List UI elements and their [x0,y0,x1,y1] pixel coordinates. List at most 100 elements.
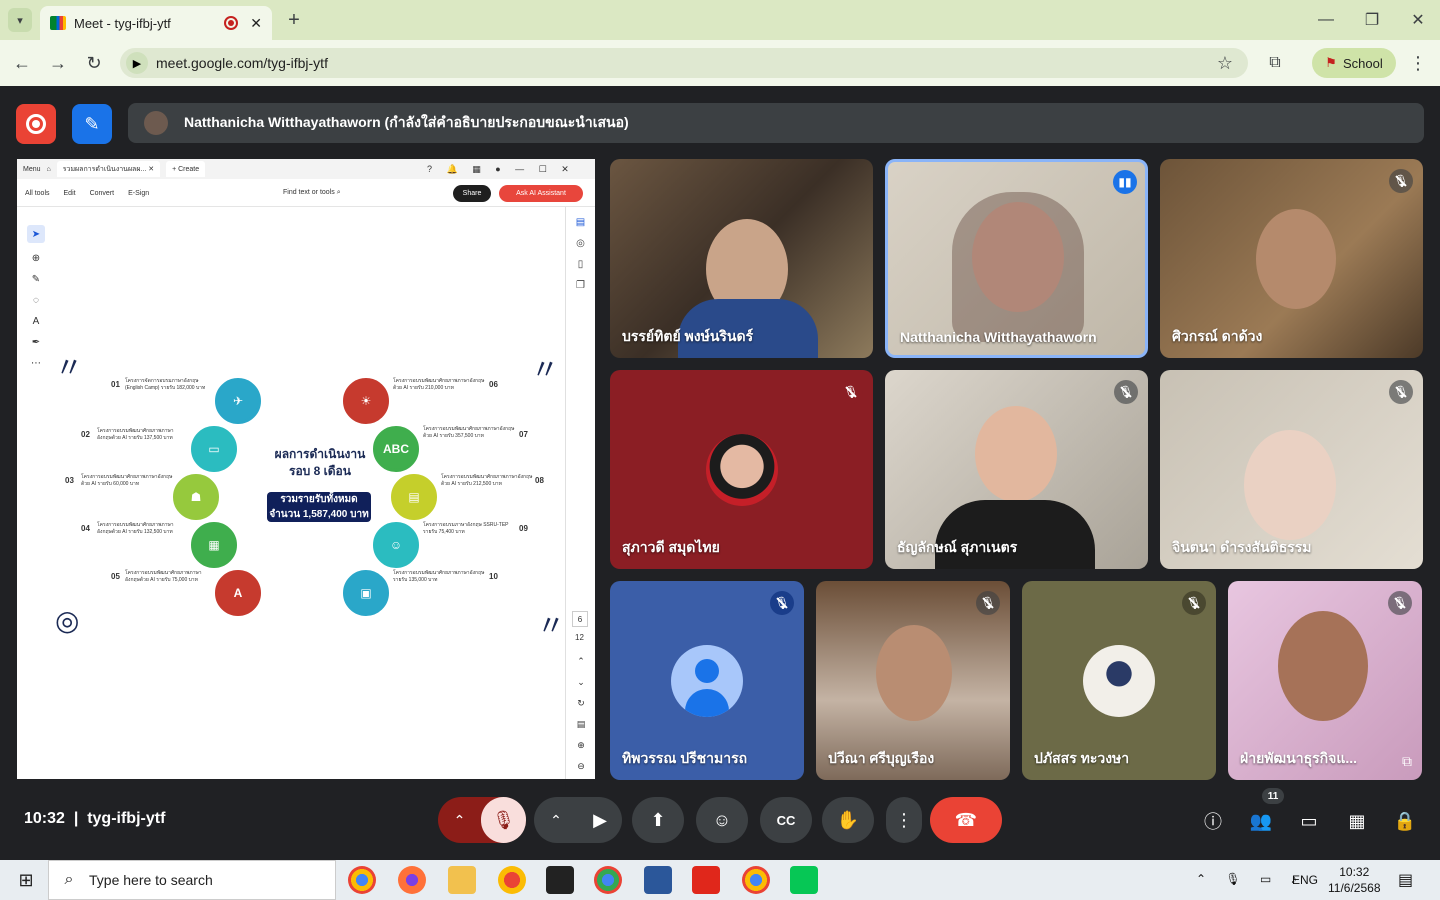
chrome-active-taskbar-icon[interactable] [742,866,770,894]
comment-tool-icon[interactable]: ⊕ [32,253,40,264]
acrobat-menu-convert[interactable]: Convert [90,190,115,197]
page-total: 12 [575,633,584,642]
participant-tile[interactable]: 🎙 ปภัสสร ทะวงษา [1022,581,1216,780]
more-tools-icon[interactable]: ⋯ [31,358,41,369]
activities-icon[interactable]: ▦ [1342,806,1372,836]
chrome-profile-taskbar-icon[interactable] [594,866,622,894]
participant-tile[interactable]: 🎙 ⧉ ฝ่ายพัฒนาธุรกิจแ... [1228,581,1422,780]
url-bar[interactable]: meet.google.com/tyg-ifbj-ytf [120,48,1248,78]
acrobat-share-button[interactable]: Share [453,185,491,202]
reload-icon[interactable]: ↻ [80,50,108,76]
participant-tile[interactable]: บรรย์ทิตย์ พงษ์นรินดร์ [610,159,873,358]
acrobat-nav-controls[interactable]: ⌃ ⌄ ↻ ▤ ⊕ ⊖ [574,651,588,777]
participant-tile[interactable]: 🎙 ปวีณา ศรีบุญเรือง [816,581,1010,780]
acrobat-menu-label[interactable]: Menu [23,166,41,173]
mic-control[interactable]: ⌃ 🎙 [438,797,526,843]
meeting-time-code: 10:32 | tyg-ifbj-ytf [24,810,166,827]
mic-toggle-button[interactable]: 🎙 [481,797,526,843]
tray-clock[interactable]: 10:32 11/6/2568 [1328,864,1381,896]
site-info-icon[interactable]: ▶ [126,52,148,74]
back-icon[interactable]: ← [8,50,36,76]
comments-panel-icon[interactable]: ◎ [576,238,585,249]
line-taskbar-icon[interactable] [790,866,818,894]
meeting-details-icon[interactable]: ⓘ [1198,806,1228,836]
emoji-icon: ☺ [712,809,732,830]
present-button[interactable]: ⬆ [632,797,684,843]
browser-menu-icon[interactable]: ⋮ [1406,50,1430,76]
app-taskbar-icon[interactable] [498,866,526,894]
annotate-button[interactable]: ✎ [72,104,112,144]
people-icon[interactable]: 👥 [1246,806,1276,836]
browser-tab[interactable]: Meet - tyg-ifbj-ytf ✕ [40,6,272,40]
participant-tile[interactable]: 🎙 ทิพวรรณ ปรีชามารถ [610,581,804,780]
extensions-icon[interactable]: ⧉ [1262,50,1288,76]
acrobat-find[interactable]: Find text or tools ⌕ [283,189,341,197]
participant-tile[interactable]: 🎙 ธัญลักษณ์ สุภาเนตร [885,370,1148,569]
raise-hand-button[interactable]: ✋ [822,797,874,843]
page-number-field[interactable]: 6 [572,611,588,627]
item-icon: ☗ [173,474,219,520]
mic-options-chevron-icon[interactable]: ⌃ [438,812,481,829]
chat-icon[interactable]: ▭ [1294,806,1324,836]
acrobat-ai-button[interactable]: Ask AI Assistant [499,185,583,202]
new-tab-icon[interactable]: + [282,8,306,32]
acrobat-window-controls[interactable]: ? 🔔 ▦ ● — ☐ ✕ [427,164,575,175]
item-text: โครงการอบรมพัฒนาศักยภาพภาษาอังกฤษด้วย AI… [81,474,173,487]
acrobat-create-button[interactable]: + Create [166,161,206,177]
pen-tool-icon[interactable]: ✎ [32,274,40,285]
more-options-button[interactable]: ⋮ [886,797,922,843]
recording-indicator-icon [224,16,239,30]
camera-toggle-icon[interactable]: ▶ [578,810,622,831]
avatar-body [685,689,729,717]
tab-search-icon[interactable]: ▾ [8,8,32,32]
item-text: โครงการอบรมพัฒนาศักยภาพภาษาอังกฤษด้วย AI… [97,522,174,535]
profile-button[interactable]: ⚑ School [1312,48,1396,78]
participant-tile-active[interactable]: ▮▮ Natthanicha Witthayathaworn [885,159,1148,358]
lasso-tool-icon[interactable]: ◌ [33,295,39,306]
minimize-icon[interactable]: — [1312,8,1340,32]
sign-tool-icon[interactable]: ✒ [32,337,40,348]
ai-panel-icon[interactable]: ▤ [576,217,585,228]
participant-tile[interactable]: 🎙 ศิวกรณ์ ดาด้วง [1160,159,1423,358]
camera-options-chevron-icon[interactable]: ⌃ [534,812,578,829]
host-controls-icon[interactable]: 🔒 [1390,806,1420,836]
notifications-icon[interactable]: ▤ [1398,870,1413,890]
acrobat-taskbar-icon[interactable] [692,866,720,894]
bookmarks-panel-icon[interactable]: ▯ [578,259,584,270]
windows-start-icon[interactable]: ⊞ [12,866,40,894]
reactions-button[interactable]: ☺ [696,797,748,843]
chrome-taskbar-icon[interactable] [348,866,376,894]
taskbar-search[interactable]: Type here to search [48,860,336,900]
tray-language[interactable]: ENG [1292,873,1318,887]
close-window-icon[interactable]: ✕ [1404,8,1432,32]
acrobat-menu-all-tools[interactable]: All tools [25,190,50,197]
word-taskbar-icon[interactable] [644,866,672,894]
participant-tile[interactable]: 🎙 สุภาวดี สมุดไทย [610,370,873,569]
tray-icons[interactable]: ⌃ 🎙 ▭ ♪ [1196,872,1305,886]
acrobat-menu-edit[interactable]: Edit [64,190,76,197]
pip-icon[interactable]: ⧉ [1402,753,1412,770]
recording-button[interactable] [16,104,56,144]
shared-screen[interactable]: Menu ⌂ รวมผลการดำเนินงานผลผ... ✕ + Creat… [17,159,595,779]
firefox-taskbar-icon[interactable] [398,866,426,894]
file-explorer-taskbar-icon[interactable] [448,866,476,894]
camera-control[interactable]: ⌃ ▶ [534,797,622,843]
captions-button[interactable]: CC [760,797,812,843]
leave-call-button[interactable]: ☎ [930,797,1002,843]
acrobat-doc-tab[interactable]: รวมผลการดำเนินงานผลผ... ✕ [56,161,161,177]
restore-icon[interactable]: ❐ [1358,8,1386,32]
text-tool-icon[interactable]: A [33,316,40,327]
slide-title-line1: ผลการดำเนินงาน [274,447,366,461]
select-tool-icon[interactable]: ➤ [27,225,45,243]
acrobat-menu-esign[interactable]: E-Sign [128,190,149,197]
forward-icon[interactable]: → [44,50,72,76]
item-number: 03 [65,476,74,485]
mic-off-icon: 🎙 [1389,169,1413,193]
pages-panel-icon[interactable]: ❐ [576,280,585,291]
item-number: 01 [111,380,120,389]
participant-tile[interactable]: 🎙 จินตนา ดำรงสันติธรรม [1160,370,1423,569]
terminal-taskbar-icon[interactable] [546,866,574,894]
bookmark-star-icon[interactable]: ☆ [1212,50,1238,76]
close-tab-icon[interactable]: ✕ [250,15,262,32]
home-icon[interactable]: ⌂ [47,166,51,173]
